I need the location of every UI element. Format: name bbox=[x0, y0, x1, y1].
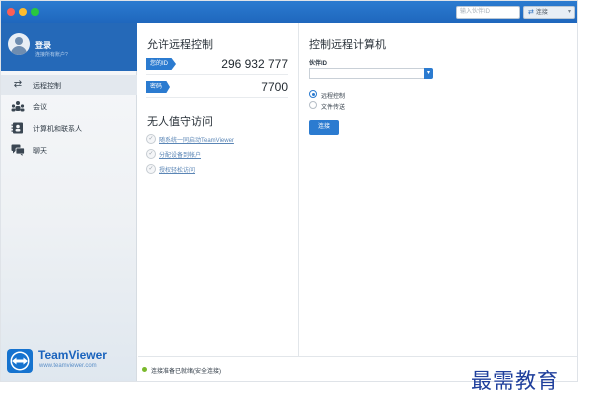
unattended-access-title: 无人值守访问 bbox=[147, 116, 213, 128]
titlebar-connect-button[interactable]: ⇄ 连接 ▾ bbox=[523, 6, 575, 19]
chat-icon bbox=[11, 144, 25, 156]
connect-button[interactable]: 连接 bbox=[309, 120, 339, 135]
zoom-window-button[interactable] bbox=[31, 8, 39, 16]
sidebar-item-meeting[interactable]: 会议 bbox=[1, 96, 137, 116]
control-remote-title: 控制远程计算机 bbox=[309, 39, 386, 51]
password-label: 密码 bbox=[146, 81, 171, 93]
teamviewer-window: 输入伙伴ID ⇄ 连接 ▾ 登录 连接所有账户? ⇄ 远程控制 会议 计算机和联… bbox=[0, 0, 578, 382]
allow-control-title: 允许远程控制 bbox=[147, 39, 213, 51]
watermark-text: 最需教育 bbox=[471, 369, 559, 393]
meeting-icon bbox=[11, 100, 25, 112]
status-indicator-icon bbox=[142, 367, 147, 372]
allow-remote-control-panel: 允许远程控制 您的ID 296 932 777 密码 7700 无人值守访问 ✓… bbox=[138, 23, 299, 356]
sidebar-item-label: 计算机和联系人 bbox=[33, 126, 82, 133]
sidebar-item-remote-control[interactable]: ⇄ 远程控制 bbox=[1, 75, 137, 95]
minimize-window-button[interactable] bbox=[19, 8, 27, 16]
start-with-system-link-text[interactable]: 随系统一同启动TeamViewer bbox=[159, 135, 234, 144]
sidebar-item-contacts[interactable]: 计算机和联系人 bbox=[1, 118, 137, 138]
login-title[interactable]: 登录 bbox=[35, 40, 51, 51]
close-window-button[interactable] bbox=[7, 8, 15, 16]
status-text: 连接准备已就绪(安全连接) bbox=[151, 369, 221, 375]
chevron-down-icon: ▾ bbox=[567, 9, 571, 15]
partner-id-label: 伙伴ID bbox=[309, 61, 328, 67]
sidebar-item-chat[interactable]: 聊天 bbox=[1, 140, 137, 160]
profile-login-area[interactable]: 登录 连接所有账户? bbox=[1, 23, 137, 71]
arrows-icon: ⇄ bbox=[13, 79, 23, 90]
sidebar-item-label: 聊天 bbox=[33, 148, 47, 155]
arrows-icon: ⇄ bbox=[528, 9, 534, 16]
radio-remote-control-label: 远程控制 bbox=[321, 94, 346, 100]
partner-id-dropdown-button[interactable]: ▾ bbox=[424, 68, 433, 79]
radio-file-transfer-label: 文件传送 bbox=[321, 105, 346, 111]
login-subtitle: 连接所有账户? bbox=[35, 52, 68, 58]
easy-access-link-text[interactable]: 授权轻松访问 bbox=[159, 165, 195, 174]
contacts-icon bbox=[11, 122, 25, 134]
sidebar-item-label: 会议 bbox=[33, 104, 47, 111]
password-value[interactable]: 7700 bbox=[261, 80, 288, 94]
radio-button-checked[interactable] bbox=[309, 90, 317, 98]
chevron-down-icon: ▾ bbox=[426, 70, 430, 76]
partner-id-search-input[interactable]: 输入伙伴ID bbox=[456, 6, 520, 19]
divider bbox=[146, 74, 288, 75]
your-id-value: 296 932 777 bbox=[221, 57, 288, 71]
assign-device-link-text[interactable]: 分配设备到帐户 bbox=[159, 150, 201, 159]
titlebar-connect-label: 连接 bbox=[535, 10, 548, 16]
teamviewer-brand: TeamViewer www.teamviewer.com bbox=[7, 348, 127, 374]
avatar bbox=[8, 33, 30, 55]
radio-button[interactable] bbox=[309, 101, 317, 109]
divider bbox=[146, 97, 288, 98]
partner-id-input[interactable] bbox=[309, 68, 425, 79]
sidebar-item-label: 远程控制 bbox=[33, 83, 61, 90]
sidebar: 登录 连接所有账户? ⇄ 远程控制 会议 计算机和联系人 聊天 TeamView… bbox=[1, 23, 137, 381]
your-id-label: 您的ID bbox=[146, 58, 177, 70]
control-remote-computer-panel: 控制远程计算机 伙伴ID ▾ 远程控制 文件传送 连接 bbox=[300, 23, 577, 356]
brand-name: TeamViewer bbox=[38, 348, 107, 362]
teamviewer-logo-icon bbox=[7, 349, 33, 373]
check-circle-icon: ✓ bbox=[146, 164, 156, 174]
title-bar: 输入伙伴ID ⇄ 连接 ▾ bbox=[1, 1, 577, 23]
check-circle-icon: ✓ bbox=[146, 134, 156, 144]
brand-url[interactable]: www.teamviewer.com bbox=[39, 363, 97, 369]
check-circle-icon: ✓ bbox=[146, 149, 156, 159]
